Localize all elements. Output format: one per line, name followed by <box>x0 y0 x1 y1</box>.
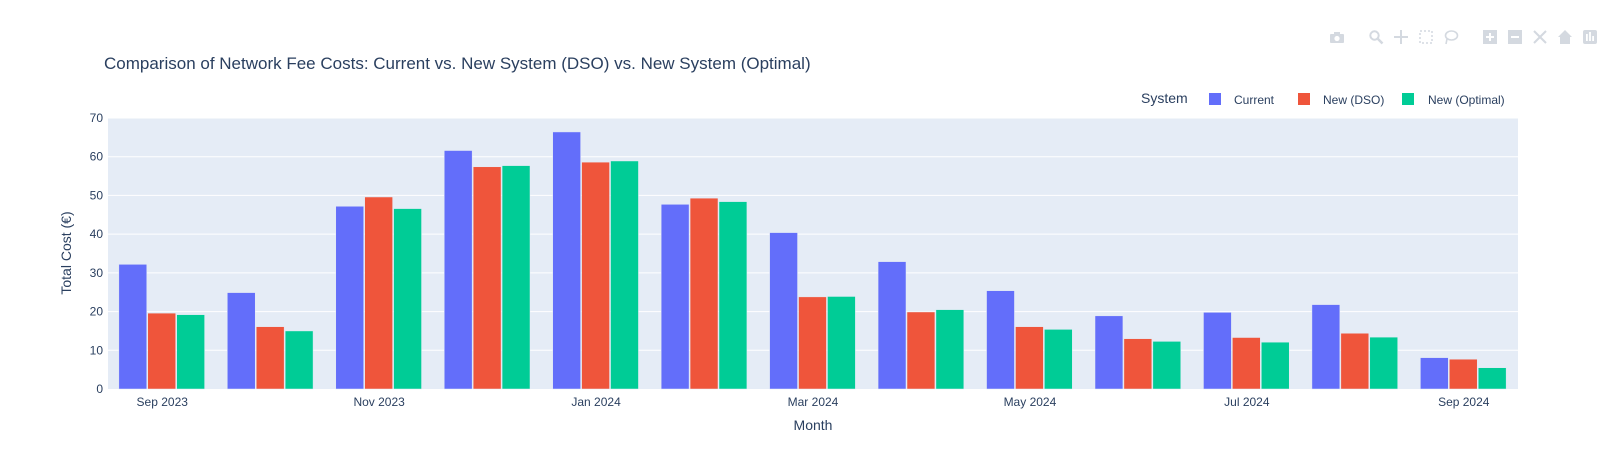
bar-new-dso-2024-03[interactable] <box>798 296 827 390</box>
bar-new-dso-2024-01[interactable] <box>581 161 610 390</box>
x-tick-label: Sep 2023 <box>137 395 189 409</box>
modebar <box>1326 26 1600 47</box>
legend-swatch-new-dso <box>1298 93 1310 105</box>
x-tick-label: Jan 2024 <box>571 395 621 409</box>
bar-current-2023-09[interactable] <box>118 264 148 390</box>
bar-new-optimal-2024-06[interactable] <box>1152 341 1182 390</box>
bar-new-optimal-2023-12[interactable] <box>501 165 531 390</box>
bar-current-2023-12[interactable] <box>443 150 473 390</box>
zoom-out-icon[interactable] <box>1504 26 1525 47</box>
home-icon[interactable] <box>1554 26 1575 47</box>
bar-new-optimal-2023-10[interactable] <box>284 330 314 390</box>
legend-title: System <box>1141 90 1188 106</box>
y-tick-label: 30 <box>90 266 104 280</box>
bar-new-optimal-2024-04[interactable] <box>935 309 965 390</box>
bar-new-dso-2023-11[interactable] <box>364 196 393 390</box>
bar-new-optimal-2024-08[interactable] <box>1369 336 1398 390</box>
bar-new-dso-2024-07[interactable] <box>1232 337 1261 390</box>
camera-icon[interactable] <box>1326 26 1347 47</box>
bar-new-dso-2023-12[interactable] <box>472 166 502 390</box>
y-tick-label: 60 <box>90 150 104 164</box>
bar-current-2024-04[interactable] <box>877 261 907 390</box>
bar-new-optimal-2024-02[interactable] <box>718 201 748 390</box>
x-tick-label: Jul 2024 <box>1224 395 1270 409</box>
pan-icon[interactable] <box>1390 26 1411 47</box>
legend-swatch-current <box>1209 93 1221 105</box>
zoom-in-icon[interactable] <box>1479 26 1500 47</box>
bar-new-optimal-2023-11[interactable] <box>393 208 422 390</box>
bar-current-2023-10[interactable] <box>227 292 256 390</box>
bar-current-2024-06[interactable] <box>1094 315 1124 390</box>
bar-current-2024-01[interactable] <box>552 131 581 390</box>
bar-new-optimal-2024-07[interactable] <box>1261 341 1290 390</box>
bar-current-2024-09[interactable] <box>1420 357 1449 390</box>
zoom-icon[interactable] <box>1365 26 1386 47</box>
bar-current-2023-11[interactable] <box>335 206 364 390</box>
autoscale-icon[interactable] <box>1529 26 1550 47</box>
bar-new-dso-2024-02[interactable] <box>689 197 719 390</box>
legend-label-new-dso: New (DSO) <box>1323 93 1384 107</box>
chart: Comparison of Network Fee Costs: Current… <box>0 0 1611 456</box>
bar-current-2024-03[interactable] <box>769 232 798 390</box>
legend-swatch-new-optimal <box>1402 93 1414 105</box>
bar-current-2024-07[interactable] <box>1203 312 1232 390</box>
bar-new-optimal-2024-01[interactable] <box>610 160 639 390</box>
y-tick-label: 40 <box>90 227 104 241</box>
y-tick-label: 50 <box>90 188 104 202</box>
x-axis-label: Month <box>794 417 833 433</box>
bar-new-dso-2024-08[interactable] <box>1340 333 1370 390</box>
bar-new-optimal-2024-09[interactable] <box>1477 367 1507 390</box>
bar-new-dso-2024-05[interactable] <box>1015 326 1044 390</box>
y-tick-label: 0 <box>96 382 103 396</box>
y-axis-label: Total Cost (€) <box>58 211 74 294</box>
x-tick-label: Nov 2023 <box>353 395 405 409</box>
bar-current-2024-02[interactable] <box>660 204 690 390</box>
y-tick-label: 20 <box>90 305 104 319</box>
bar-new-dso-2023-09[interactable] <box>147 312 176 390</box>
bar-new-dso-2024-06[interactable] <box>1123 338 1153 390</box>
bar-new-optimal-2024-05[interactable] <box>1044 329 1073 390</box>
box-select-icon[interactable] <box>1415 26 1436 47</box>
bar-new-dso-2024-09[interactable] <box>1449 358 1478 390</box>
legend-item-current[interactable]: Current <box>1209 93 1275 107</box>
bar-new-dso-2024-04[interactable] <box>906 311 936 390</box>
lasso-select-icon[interactable] <box>1440 26 1461 47</box>
bar-current-2024-08[interactable] <box>1311 304 1341 390</box>
bar-new-optimal-2024-03[interactable] <box>827 296 856 390</box>
x-tick-label: Mar 2024 <box>788 395 839 409</box>
y-tick-label: 10 <box>90 343 104 357</box>
y-tick-label: 70 <box>90 111 104 125</box>
legend-label-new-optimal: New (Optimal) <box>1428 93 1505 107</box>
bar-new-dso-2023-10[interactable] <box>255 326 285 390</box>
x-tick-label: Sep 2024 <box>1438 395 1490 409</box>
bar-current-2024-05[interactable] <box>986 290 1015 390</box>
x-tick-label: May 2024 <box>1004 395 1057 409</box>
bar-new-optimal-2023-09[interactable] <box>176 314 205 390</box>
chart-title: Comparison of Network Fee Costs: Current… <box>104 54 811 73</box>
plotly-logo-icon[interactable] <box>1579 26 1600 47</box>
legend-label-current: Current <box>1234 93 1275 107</box>
